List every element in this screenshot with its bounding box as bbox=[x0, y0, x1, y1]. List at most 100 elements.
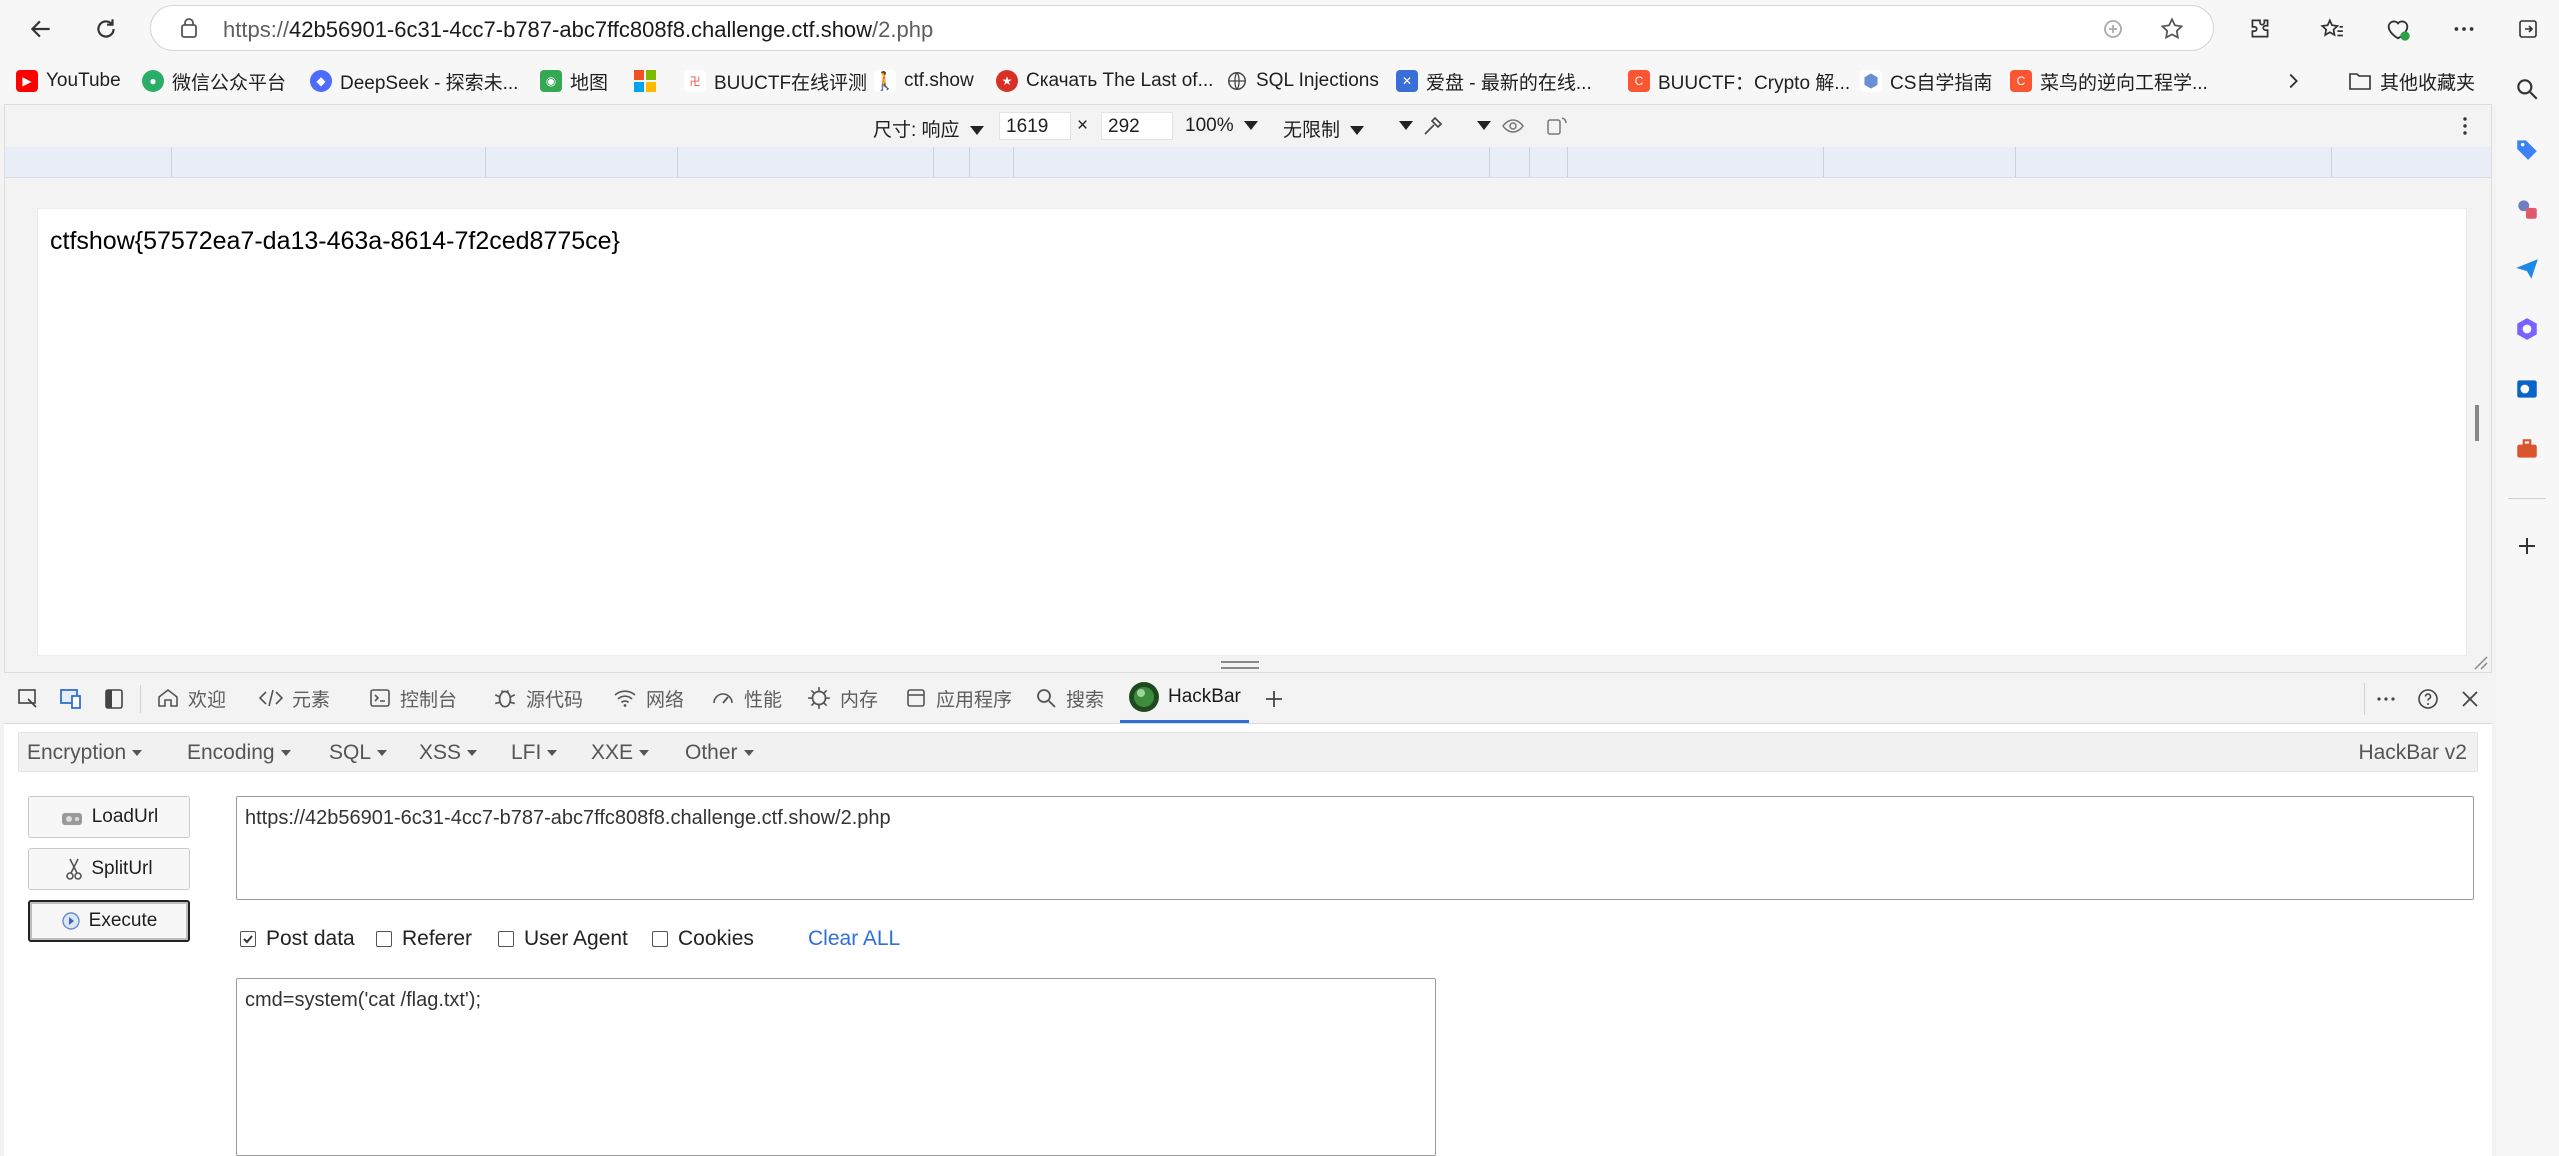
tab-sources[interactable]: 源代码 bbox=[492, 673, 583, 723]
dock-icon[interactable] bbox=[102, 687, 126, 711]
more-vertical-icon[interactable] bbox=[2453, 114, 2477, 138]
url-textarea[interactable]: https://42b56901-6c31-4cc7-b787-abc7ffc8… bbox=[236, 796, 2474, 900]
plus-icon[interactable] bbox=[1262, 687, 1286, 711]
help-icon[interactable] bbox=[2416, 687, 2440, 711]
bookmark-youtube[interactable]: ▶ YouTube bbox=[16, 68, 121, 94]
sidebar-search-button[interactable] bbox=[2511, 73, 2543, 105]
split-url-button[interactable]: SplitUrl bbox=[28, 848, 190, 890]
hackbar-menu: Encryption Encoding SQL XSS LFI XXE Othe… bbox=[18, 732, 2478, 772]
eye-icon[interactable] bbox=[1501, 114, 1525, 138]
menu-sql[interactable]: SQL bbox=[329, 741, 388, 765]
menu-encoding[interactable]: Encoding bbox=[187, 741, 291, 765]
reload-button[interactable] bbox=[86, 9, 126, 49]
user-agent-checkbox[interactable]: User Agent bbox=[498, 927, 628, 951]
bookmark-map[interactable]: ◉ 地图 bbox=[540, 68, 608, 94]
star-icon[interactable] bbox=[2159, 16, 2185, 42]
back-button[interactable] bbox=[21, 9, 61, 49]
bookmark-sql-injections[interactable]: SQL Injections bbox=[1226, 68, 1379, 94]
youtube-icon: ▶ bbox=[16, 70, 38, 92]
wechat-icon: ● bbox=[142, 70, 164, 92]
menu-xss[interactable]: XSS bbox=[419, 741, 478, 765]
check-icon bbox=[243, 935, 253, 944]
throttle-select[interactable]: 无限制 bbox=[1283, 115, 1365, 142]
clear-all-link[interactable]: Clear ALL bbox=[808, 927, 900, 951]
sensor-dropdown[interactable] bbox=[1467, 115, 1491, 137]
sidebar-send-button[interactable] bbox=[2511, 253, 2543, 285]
bookmark-reverse-engineering[interactable]: C 菜鸟的逆向工程学... bbox=[2010, 68, 2208, 94]
tab-welcome[interactable]: 欢迎 bbox=[156, 673, 226, 723]
resize-handle-bottom[interactable] bbox=[1221, 661, 1259, 669]
media-query-ruler[interactable] bbox=[5, 147, 2491, 178]
bookmark-wechat[interactable]: ● 微信公众平台 bbox=[142, 68, 286, 94]
tab-search[interactable]: 搜索 bbox=[1034, 673, 1104, 723]
resize-corner-icon[interactable] bbox=[2471, 653, 2489, 671]
load-url-button[interactable]: LoadUrl bbox=[28, 796, 190, 838]
rotate-icon[interactable] bbox=[1545, 114, 1569, 138]
checkbox-checked[interactable] bbox=[240, 931, 256, 947]
menu-lfi[interactable]: LFI bbox=[511, 741, 558, 765]
more-horizontal-icon[interactable] bbox=[2374, 687, 2398, 711]
sidebar-copilot-button[interactable] bbox=[2511, 313, 2543, 345]
inspect-icon[interactable] bbox=[16, 687, 40, 711]
bookmark-ctfshow[interactable]: 🚶 ctf.show bbox=[874, 68, 974, 94]
bookmark-buuctf[interactable]: 卍 BUUCTF在线评测 bbox=[684, 68, 867, 94]
eyedropper-icon[interactable] bbox=[1421, 114, 1445, 138]
toolbox-icon bbox=[2517, 439, 2537, 458]
bookmark-microsoft[interactable] bbox=[634, 68, 656, 94]
zoom-select[interactable]: 100% bbox=[1185, 115, 1258, 137]
more-menu-button[interactable] bbox=[2444, 9, 2484, 49]
caret-down-icon bbox=[1243, 121, 1258, 131]
tab-performance[interactable]: 性能 bbox=[710, 673, 782, 723]
more-options-dropdown[interactable] bbox=[1389, 115, 1413, 137]
close-icon[interactable] bbox=[2458, 687, 2482, 711]
caret-down-icon bbox=[280, 750, 291, 757]
site-info-icon[interactable] bbox=[177, 17, 201, 41]
sidebar-outlook-button[interactable] bbox=[2511, 373, 2543, 405]
extensions-button[interactable] bbox=[2240, 9, 2280, 49]
bookmark-cs-guide[interactable]: ⬢ CS自学指南 bbox=[1860, 68, 1992, 94]
bookmark-last-of-us[interactable]: ★ Скачать The Last of... bbox=[996, 68, 1213, 94]
tab-console[interactable]: 控制台 bbox=[368, 673, 457, 723]
caret-down-icon bbox=[547, 750, 558, 757]
sidebar-add-button[interactable] bbox=[2511, 530, 2543, 562]
load-icon bbox=[61, 813, 82, 825]
height-input[interactable]: 292 bbox=[1101, 112, 1173, 140]
menu-other[interactable]: Other bbox=[685, 741, 754, 765]
other-favorites-folder[interactable]: 其他收藏夹 bbox=[2348, 68, 2475, 94]
width-input[interactable]: 1619 bbox=[999, 112, 1071, 140]
cookies-checkbox[interactable]: Cookies bbox=[652, 927, 754, 951]
flag-text: ctfshow{57572ea7-da13-463a-8614-7f2ced87… bbox=[50, 227, 620, 255]
device-emulation-icon[interactable] bbox=[58, 687, 84, 711]
tab-hackbar[interactable]: HackBar bbox=[1120, 673, 1249, 723]
bookmark-buuctf-crypto[interactable]: C BUUCTF：Crypto 解... bbox=[1628, 68, 1850, 94]
sidebar-toolbox-button[interactable] bbox=[2511, 433, 2543, 465]
favorites-icon bbox=[2320, 18, 2343, 37]
wifi-icon bbox=[614, 690, 636, 707]
menu-encryption[interactable]: Encryption bbox=[27, 741, 143, 765]
search-icon bbox=[2517, 79, 2538, 100]
menu-xxe[interactable]: XXE bbox=[591, 741, 650, 765]
sidebar-toggle-button[interactable] bbox=[2508, 9, 2548, 49]
dimension-times: × bbox=[1077, 115, 1089, 136]
referer-checkbox[interactable]: Referer bbox=[376, 927, 472, 951]
sidebar-shopping-button[interactable] bbox=[2511, 133, 2543, 165]
favorites-button[interactable] bbox=[2312, 9, 2352, 49]
tab-memory[interactable]: 内存 bbox=[806, 673, 878, 723]
bookmark-aipan[interactable]: ✕ 爱盘 - 最新的在线... bbox=[1396, 68, 1592, 94]
tab-application[interactable]: 应用程序 bbox=[904, 673, 1012, 723]
dimension-select[interactable]: 尺寸: 响应 bbox=[873, 115, 984, 142]
tab-elements[interactable]: 元素 bbox=[258, 673, 330, 723]
resize-handle-right[interactable] bbox=[2475, 405, 2479, 441]
execute-button[interactable]: Execute bbox=[28, 900, 190, 942]
address-bar[interactable]: https://42b56901-6c31-4cc7-b787-abc7ffc8… bbox=[150, 5, 2214, 51]
post-data-textarea[interactable]: cmd=system('cat /flag.txt'); bbox=[236, 978, 1436, 1156]
sidebar-tools-button[interactable] bbox=[2511, 193, 2543, 225]
bookmarks-overflow-button[interactable] bbox=[2282, 68, 2304, 94]
url-text[interactable]: https://42b56901-6c31-4cc7-b787-abc7ffc8… bbox=[223, 17, 933, 43]
bookmark-deepseek[interactable]: ◆ DeepSeek - 探索未... bbox=[310, 68, 518, 94]
browser-essentials-button[interactable] bbox=[2378, 9, 2418, 49]
translate-icon[interactable] bbox=[2101, 17, 2125, 41]
post-data-checkbox[interactable]: Post data bbox=[240, 927, 355, 951]
deepseek-icon: ◆ bbox=[310, 70, 332, 92]
tab-network[interactable]: 网络 bbox=[612, 673, 684, 723]
